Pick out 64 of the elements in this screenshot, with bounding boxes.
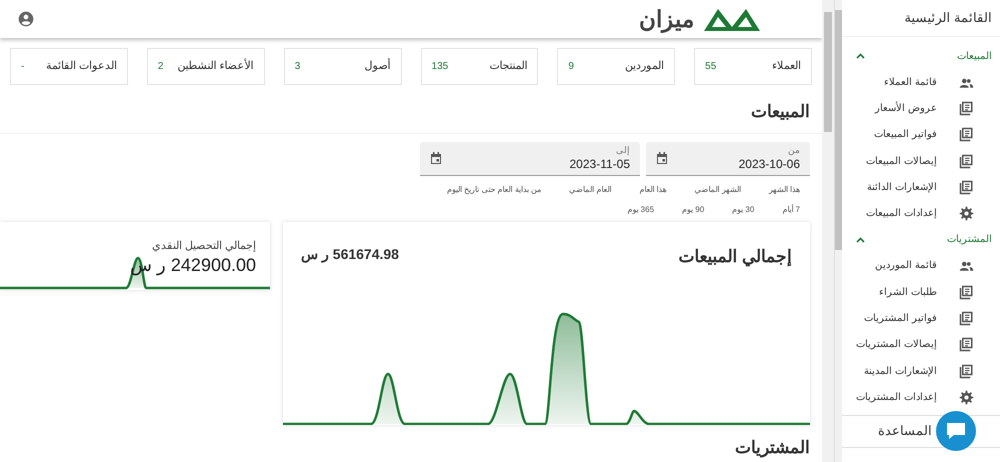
document-list-icon xyxy=(959,100,974,116)
menu-section-header[interactable]: المشتريات xyxy=(842,226,1000,253)
document-list-icon xyxy=(959,284,974,300)
menu-item[interactable]: فواتير المشتريات xyxy=(842,305,1000,332)
stat-value: 3 xyxy=(294,60,300,74)
menu-item[interactable]: إعدادات المبيعات xyxy=(842,200,1000,227)
stat-label: الموردين xyxy=(625,59,664,74)
chevron-icon[interactable] xyxy=(856,236,865,243)
card-value: 561674.98 ر س xyxy=(301,244,399,265)
stat-value: - xyxy=(21,60,24,74)
document-list-icon xyxy=(959,180,974,195)
scrollbar[interactable] xyxy=(835,0,842,462)
calendar-icon[interactable] xyxy=(430,152,442,164)
range-link[interactable]: 365 يوم xyxy=(627,204,654,216)
chat-button[interactable] xyxy=(936,411,976,451)
range-link[interactable]: 90 يوم xyxy=(682,204,704,216)
menu-section-header[interactable]: المبيعات xyxy=(842,43,1000,69)
stat-value: 55 xyxy=(705,60,716,74)
field-label: من xyxy=(788,144,800,156)
range-link[interactable]: من بداية العام حتى تاريخ اليوم xyxy=(446,184,542,196)
stat-label: المنتجات xyxy=(489,59,528,74)
menu-item[interactable]: الإشعارات الدائنة xyxy=(842,174,1000,200)
range-link[interactable]: 7 أيام xyxy=(782,204,800,216)
chat-icon xyxy=(946,422,966,440)
menu-item[interactable]: فواتير المبيعات xyxy=(842,122,1000,148)
range-link[interactable]: الشهر الماضي xyxy=(694,184,741,196)
stat-value: 9 xyxy=(568,60,574,74)
menu-item[interactable]: إيصالات المبيعات xyxy=(842,148,1000,174)
scrollbar[interactable] xyxy=(822,0,834,462)
field-value: 2023-10-06 xyxy=(738,156,800,172)
document-list-icon xyxy=(959,311,974,326)
document-list-icon xyxy=(959,364,974,379)
card-title: إجمالي المبيعات xyxy=(678,246,792,268)
menu-item[interactable]: إيصالات المشتريات xyxy=(842,332,1000,358)
section-title: المبيعات xyxy=(750,101,810,123)
menu-item[interactable]: إعدادات المشتريات xyxy=(842,384,1000,411)
stat-label: الدعوات القائمة xyxy=(46,59,117,74)
document-list-icon xyxy=(959,337,974,352)
calendar-icon[interactable] xyxy=(656,152,668,164)
chevron-icon[interactable] xyxy=(856,53,865,59)
stat-label: العملاء xyxy=(772,59,801,74)
menu-item[interactable]: طلبات الشراء xyxy=(842,279,1000,306)
logo-text: ميزان xyxy=(639,8,694,30)
stat-label: أصول xyxy=(364,58,391,74)
menu-item[interactable]: قائمة الموردين xyxy=(842,252,1000,280)
document-list-icon xyxy=(959,154,974,169)
menu-item[interactable]: عروض الأسعار xyxy=(842,95,1000,122)
section-title: المشتريات xyxy=(734,436,810,460)
stat-value: 135 xyxy=(432,60,448,74)
field-label: إلى xyxy=(616,144,630,156)
stat-value: 2 xyxy=(158,60,164,74)
settings-icon xyxy=(959,390,974,405)
menu-item[interactable]: قائمة العملاء xyxy=(842,69,1000,96)
account-icon[interactable] xyxy=(18,11,34,27)
settings-icon xyxy=(959,206,974,222)
field-value: 2023-11-05 xyxy=(570,156,630,172)
stat-label: الأعضاء النشطين xyxy=(178,58,254,74)
range-link[interactable]: العام الماضي xyxy=(569,184,612,196)
menu-item[interactable]: الإشعارات المدينة xyxy=(842,358,1000,384)
range-link[interactable]: هذا العام xyxy=(639,184,667,196)
card-title: إجمالي التحصيل النقدي xyxy=(152,238,256,254)
range-link[interactable]: هذا الشهر xyxy=(768,184,800,196)
range-link[interactable]: 30 يوم xyxy=(732,204,754,216)
document-list-icon xyxy=(959,127,974,142)
